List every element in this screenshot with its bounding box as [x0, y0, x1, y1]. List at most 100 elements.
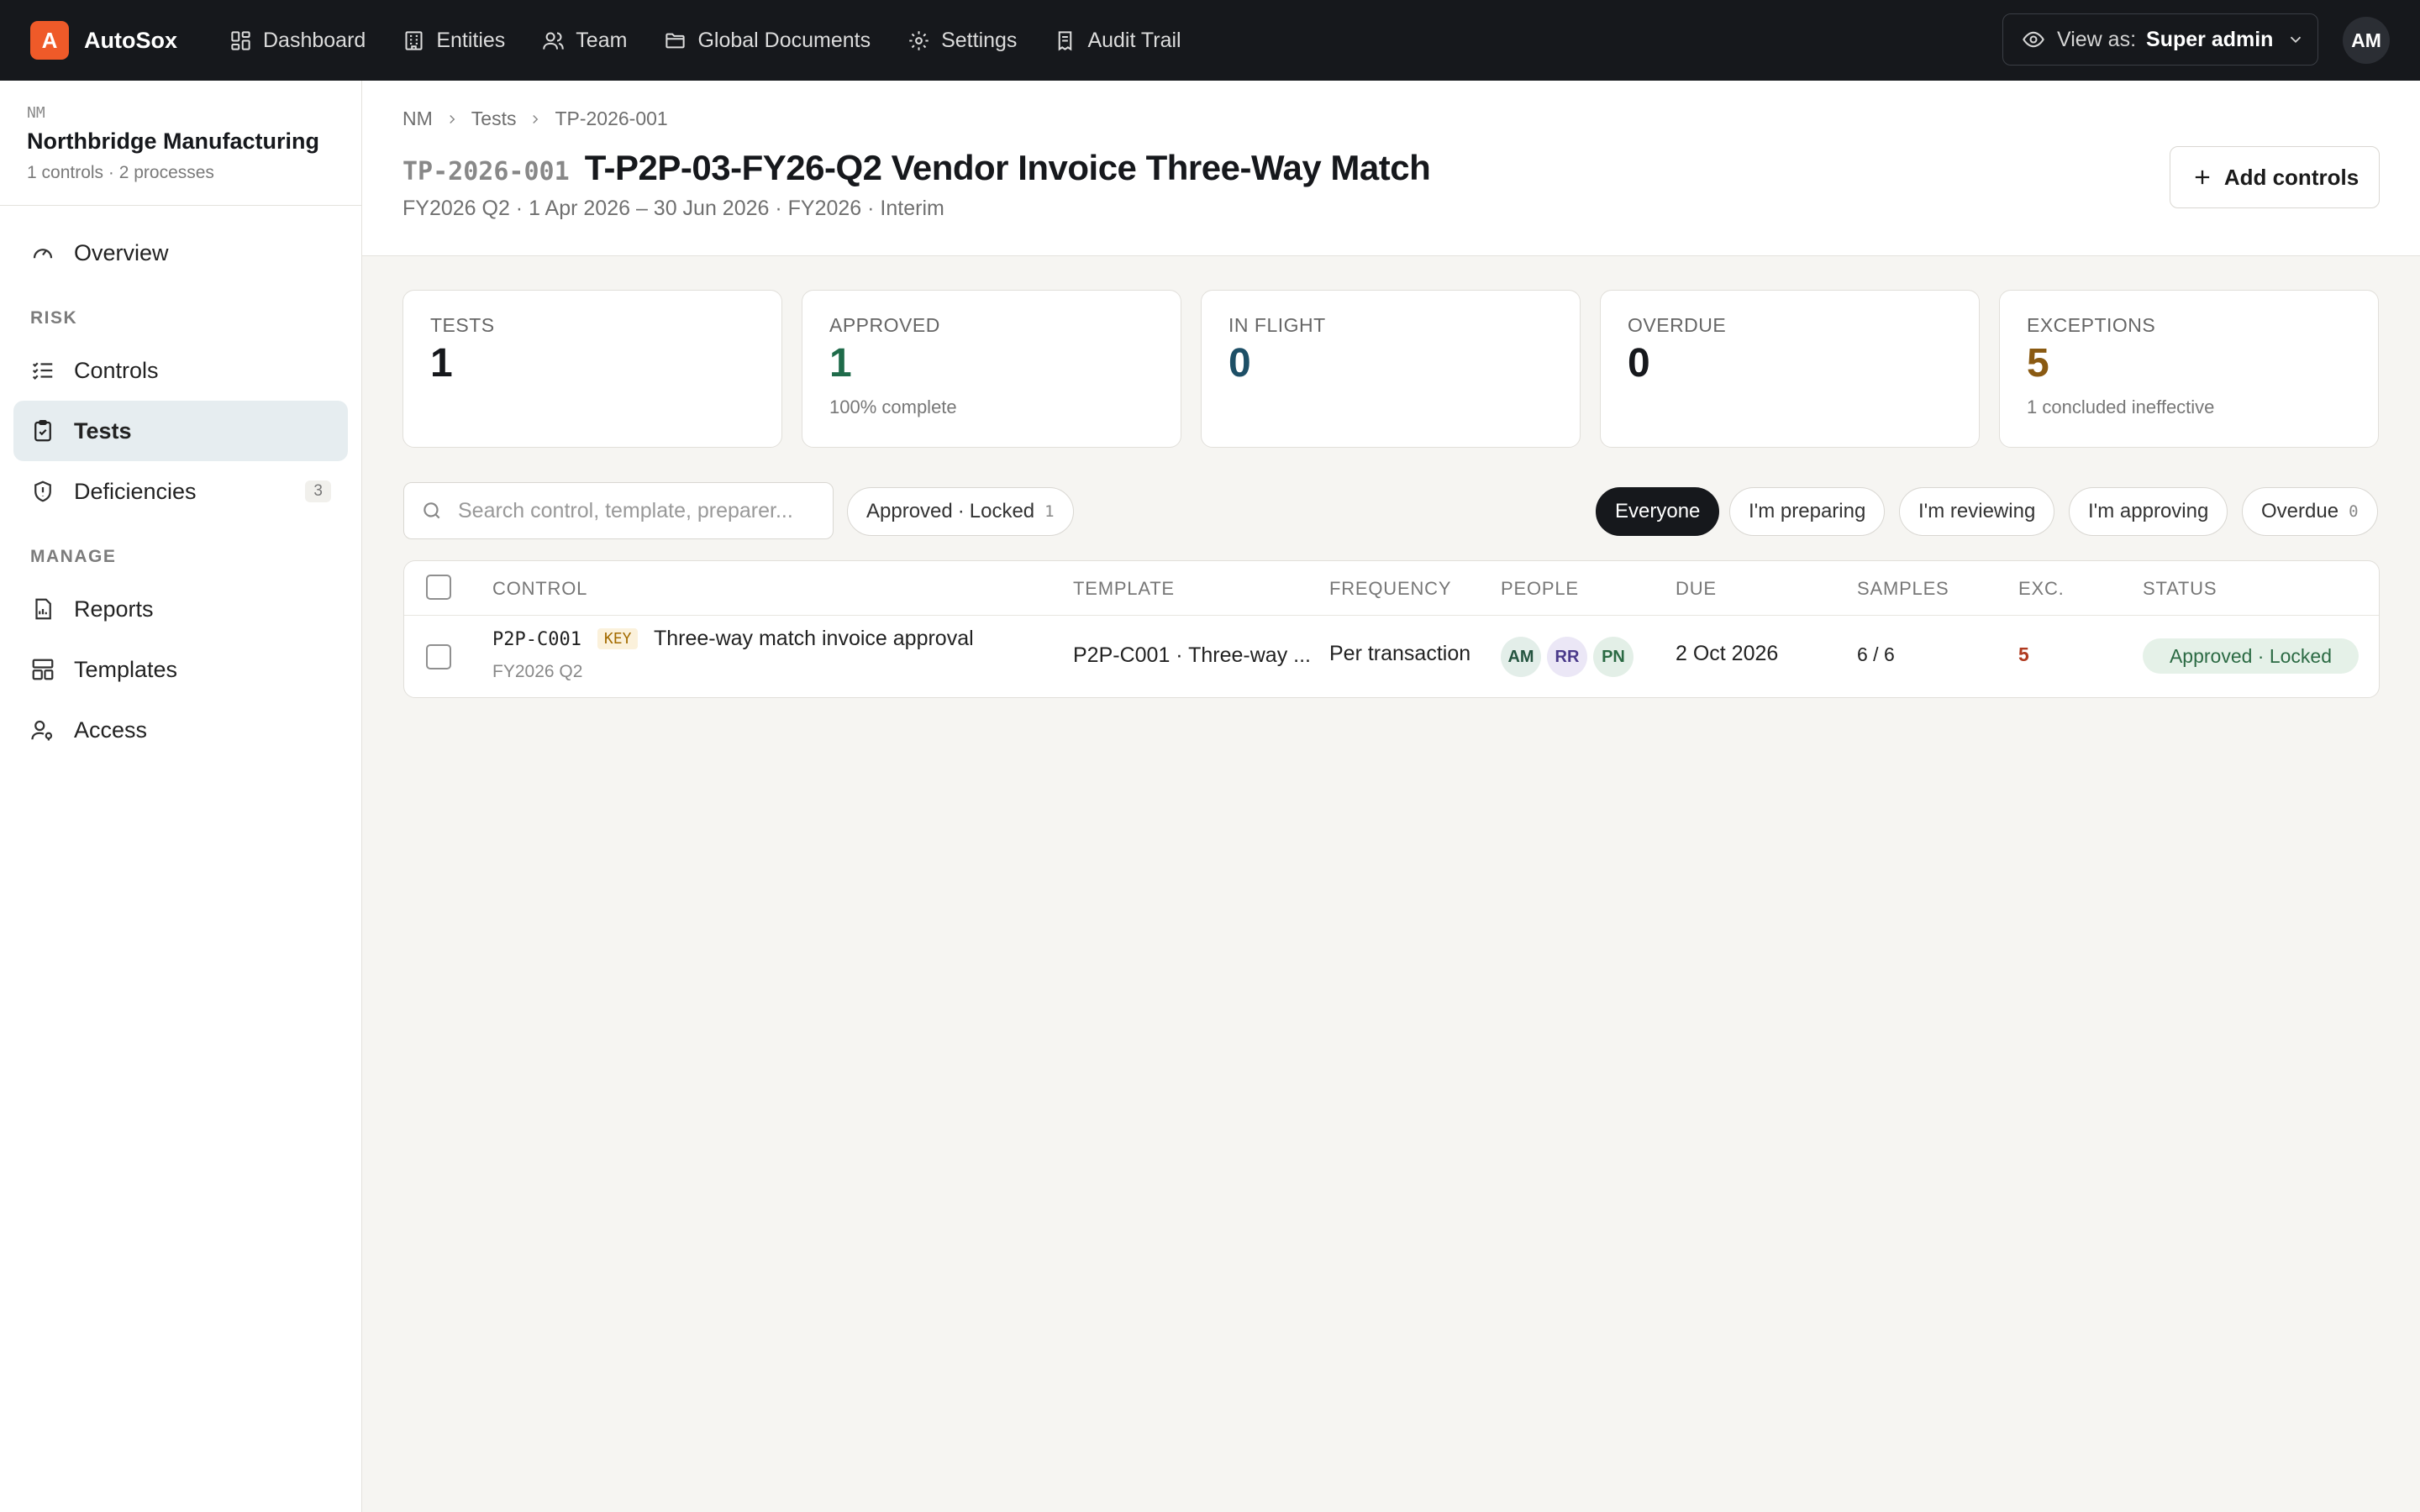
- person-avatar[interactable]: RR: [1547, 637, 1587, 677]
- stat-value: 0: [1228, 341, 1251, 386]
- nav-settings[interactable]: Settings: [908, 29, 1017, 53]
- column-people[interactable]: PEOPLE: [1501, 578, 1579, 600]
- filter-approving[interactable]: I'm approving: [2069, 487, 2228, 536]
- nav-dashboard[interactable]: Dashboard: [229, 29, 366, 53]
- chip-count: 1: [1044, 502, 1055, 521]
- select-all-checkbox[interactable]: [426, 575, 451, 600]
- nav-global-documents[interactable]: Global Documents: [664, 29, 871, 53]
- table-header: CONTROL TEMPLATE FREQUENCY PEOPLE DUE SA…: [404, 561, 2379, 616]
- stat-label: EXCEPTIONS: [2027, 314, 2156, 336]
- page-subtitle: FY2026 Q2 · 1 Apr 2026 – 30 Jun 2026 · F…: [402, 197, 944, 220]
- nav-audit-trail[interactable]: Audit Trail: [1054, 29, 1181, 53]
- view-as-dropdown[interactable]: View as: Super admin: [2002, 13, 2318, 66]
- nav-team-label: Team: [576, 28, 628, 52]
- chevron-down-icon: [2291, 36, 2302, 44]
- due-date-cell: 2 Oct 2026: [1676, 642, 1779, 665]
- nav-entities[interactable]: Entities: [402, 29, 505, 53]
- chevron-right-icon: [450, 114, 455, 123]
- nav-global-documents-label: Global Documents: [697, 28, 871, 52]
- gear-icon: [909, 30, 929, 50]
- status-filter-chip[interactable]: Approved · Locked 1: [847, 487, 1074, 536]
- user-avatar[interactable]: AM: [2343, 17, 2390, 64]
- stat-card-overdue: OVERDUE 0: [1600, 290, 1980, 448]
- breadcrumb-entity[interactable]: NM: [402, 108, 433, 130]
- sidebar-item-label: Controls: [74, 357, 159, 383]
- brand-name: AutoSox: [84, 27, 177, 53]
- column-exceptions[interactable]: EXC.: [2018, 578, 2065, 600]
- sidebar-item-templates[interactable]: Templates: [13, 639, 348, 700]
- person-avatar[interactable]: AM: [1501, 637, 1541, 677]
- report-icon: [35, 598, 51, 620]
- samples-cell: 6 / 6: [1857, 643, 1895, 665]
- stat-value: 1: [829, 341, 852, 386]
- sidebar-item-overview[interactable]: Overview: [13, 223, 348, 283]
- clipboard-check-icon: [34, 420, 51, 442]
- column-samples[interactable]: SAMPLES: [1857, 578, 1949, 600]
- column-due[interactable]: DUE: [1676, 578, 1717, 600]
- stats-row: TESTS 1 APPROVED 1 100% complete IN FLIG…: [402, 290, 2379, 448]
- sidebar-item-deficiencies[interactable]: Deficiencies 3: [13, 461, 348, 522]
- layout-template-icon: [32, 659, 54, 680]
- nav-audit-trail-label: Audit Trail: [1087, 28, 1181, 52]
- sidebar-item-access[interactable]: Access: [13, 700, 348, 760]
- sidebar-item-controls[interactable]: Controls: [13, 340, 348, 401]
- eye-icon: [2023, 31, 2044, 48]
- entity-meta: 1 controls · 2 processes: [27, 163, 214, 182]
- control-period: FY2026 Q2: [492, 662, 583, 681]
- page-header: NM Tests TP-2026-001 TP-2026-001 T-P2P-0…: [362, 81, 2420, 256]
- status-badge: Approved · Locked: [2143, 638, 2359, 674]
- chip-label: I'm preparing: [1749, 500, 1866, 522]
- shield-alert-icon: [34, 480, 51, 502]
- users-icon: [543, 31, 565, 50]
- exceptions-cell: 5: [2018, 643, 2029, 665]
- stat-label: TESTS: [430, 314, 495, 336]
- search-input[interactable]: [456, 497, 813, 524]
- column-status[interactable]: STATUS: [2143, 578, 2217, 600]
- add-controls-button[interactable]: Add controls: [2170, 146, 2380, 208]
- column-control[interactable]: CONTROL: [492, 578, 587, 600]
- person-avatar[interactable]: PN: [1593, 637, 1634, 677]
- nav-team[interactable]: Team: [542, 29, 627, 53]
- filter-everyone[interactable]: Everyone: [1596, 487, 1720, 536]
- breadcrumb-tests[interactable]: Tests: [471, 108, 517, 130]
- nav-entities-label: Entities: [436, 28, 506, 52]
- sidebar-item-label: Deficiencies: [74, 478, 197, 504]
- frequency-cell: Per transaction: [1329, 642, 1471, 665]
- breadcrumb: NM Tests TP-2026-001: [402, 108, 668, 130]
- chip-label: Overdue: [2261, 500, 2339, 522]
- gauge-icon: [33, 249, 53, 259]
- stat-card-tests: TESTS 1: [402, 290, 782, 448]
- search-icon: [424, 502, 440, 519]
- sidebar-item-tests[interactable]: Tests: [13, 401, 348, 461]
- filter-preparing[interactable]: I'm preparing: [1729, 487, 1886, 536]
- chip-label: I'm approving: [2088, 500, 2209, 522]
- entity-switcher[interactable]: NM Northbridge Manufacturing 1 controls …: [0, 81, 361, 206]
- sidebar-item-label: Access: [74, 717, 148, 743]
- template-cell: P2P-C001 · Three-way ...: [1073, 643, 1311, 667]
- control-cell: P2P-C001 KEY Three-way match invoice app…: [492, 627, 974, 651]
- row-checkbox[interactable]: [426, 644, 451, 669]
- test-plan-code: TP-2026-001: [402, 157, 570, 186]
- stat-label: APPROVED: [829, 314, 940, 336]
- brand[interactable]: A AutoSox: [30, 21, 177, 60]
- filter-overdue[interactable]: Overdue 0: [2242, 487, 2378, 536]
- column-template[interactable]: TEMPLATE: [1073, 578, 1175, 600]
- table-row[interactable]: P2P-C001 KEY Three-way match invoice app…: [404, 615, 2379, 697]
- control-name[interactable]: Three-way match invoice approval: [654, 627, 974, 650]
- stat-card-approved: APPROVED 1 100% complete: [802, 290, 1181, 448]
- nav-settings-label: Settings: [941, 28, 1018, 52]
- tests-table: CONTROL TEMPLATE FREQUENCY PEOPLE DUE SA…: [403, 560, 2380, 698]
- nav-dashboard-label: Dashboard: [263, 28, 366, 52]
- sidebar-section-risk: RISK: [30, 308, 78, 328]
- sidebar-nav: Overview RISK Controls Tests Deficiencie…: [0, 206, 361, 777]
- top-navigation-bar: A AutoSox Dashboard Entities Team Global…: [0, 0, 2420, 81]
- column-frequency[interactable]: FREQUENCY: [1329, 578, 1451, 600]
- key-control-badge: KEY: [597, 628, 639, 649]
- stat-value: 1: [430, 341, 453, 386]
- chip-label: I'm reviewing: [1918, 500, 2036, 522]
- filter-reviewing[interactable]: I'm reviewing: [1899, 487, 2055, 536]
- add-controls-label: Add controls: [2223, 164, 2360, 190]
- sidebar-item-reports[interactable]: Reports: [13, 579, 348, 639]
- chip-separator: ·: [957, 500, 965, 522]
- search-box: [403, 482, 834, 539]
